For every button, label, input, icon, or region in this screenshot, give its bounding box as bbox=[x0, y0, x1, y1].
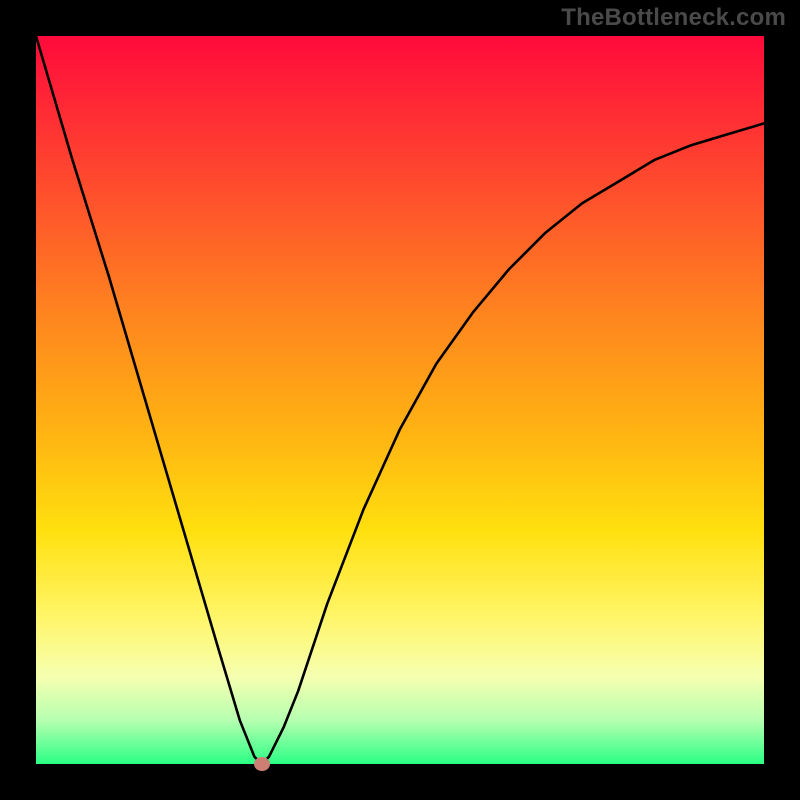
curve-path bbox=[36, 36, 764, 764]
bottleneck-curve bbox=[36, 36, 764, 764]
chart-frame: TheBottleneck.com bbox=[0, 0, 800, 800]
optimum-marker bbox=[254, 757, 270, 771]
watermark-text: TheBottleneck.com bbox=[561, 4, 786, 32]
plot-area bbox=[36, 36, 764, 764]
